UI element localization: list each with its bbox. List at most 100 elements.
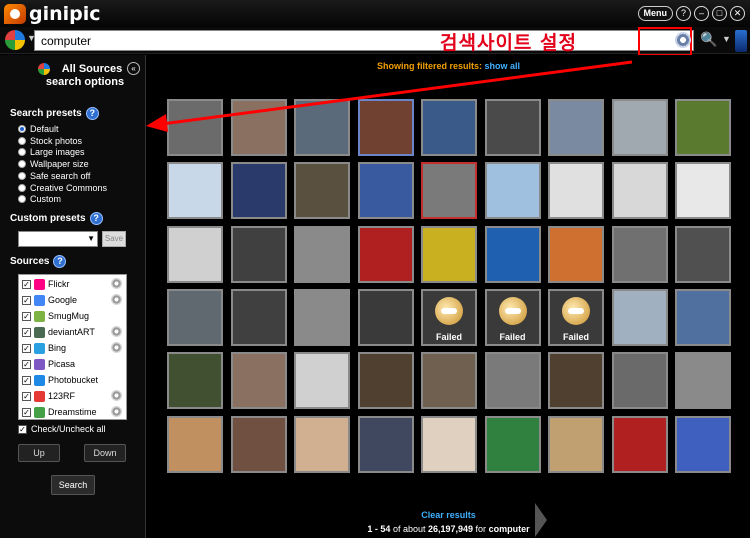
preset-option[interactable]: Stock photos	[18, 136, 82, 146]
image-thumbnail[interactable]	[294, 99, 350, 156]
checkbox[interactable]: ✓	[22, 295, 31, 305]
source-item[interactable]: ✓ Dreamstime	[22, 405, 124, 419]
image-thumbnail[interactable]	[484, 415, 541, 473]
image-thumbnail[interactable]	[548, 225, 604, 283]
image-thumbnail[interactable]	[611, 288, 668, 346]
image-thumbnail[interactable]	[675, 99, 731, 156]
image-thumbnail[interactable]	[675, 415, 731, 473]
checkbox[interactable]: ✓	[22, 407, 31, 417]
preset-option[interactable]: Custom	[18, 194, 61, 204]
image-thumbnail[interactable]	[230, 162, 287, 220]
image-thumbnail[interactable]	[294, 162, 350, 220]
source-item[interactable]: ✓ Flickr	[22, 277, 124, 291]
image-thumbnail[interactable]	[167, 99, 223, 156]
search-button[interactable]: Search	[51, 475, 95, 495]
image-thumbnail[interactable]	[357, 415, 414, 473]
radio-button[interactable]	[18, 160, 26, 169]
checkbox[interactable]: ✓	[22, 279, 31, 289]
image-thumbnail[interactable]	[294, 225, 350, 283]
image-thumbnail[interactable]	[167, 352, 223, 410]
checkbox[interactable]: ✓	[22, 327, 31, 337]
image-thumbnail[interactable]	[230, 225, 287, 283]
search-input[interactable]	[34, 30, 694, 51]
move-down-button[interactable]: Down	[84, 444, 126, 462]
help-button[interactable]: ?	[676, 6, 691, 21]
image-thumbnail[interactable]	[611, 415, 668, 473]
gear-icon[interactable]	[111, 390, 122, 401]
check-all-toggle[interactable]: ✓ Check/Uncheck all	[18, 424, 106, 434]
image-thumbnail[interactable]	[357, 352, 414, 410]
checkbox[interactable]: ✓	[18, 424, 27, 434]
image-thumbnail[interactable]	[230, 415, 287, 473]
help-icon[interactable]: ?	[85, 107, 99, 120]
preset-option[interactable]: Safe search off	[18, 171, 90, 181]
gear-icon[interactable]	[111, 278, 122, 289]
radio-button[interactable]	[18, 195, 26, 204]
image-thumbnail[interactable]	[484, 162, 541, 220]
globe-icon[interactable]	[5, 30, 25, 50]
image-thumbnail[interactable]	[611, 162, 668, 220]
image-thumbnail[interactable]	[675, 225, 731, 283]
gear-icon[interactable]	[111, 342, 122, 353]
collapse-panel-button[interactable]: «	[127, 62, 140, 75]
image-thumbnail[interactable]: Failed	[484, 288, 541, 346]
gear-icon[interactable]	[111, 326, 122, 337]
image-thumbnail[interactable]	[484, 225, 541, 283]
checkbox[interactable]: ✓	[22, 343, 31, 353]
gear-icon[interactable]	[111, 406, 122, 417]
clear-results-link[interactable]: Clear results	[147, 510, 750, 520]
image-thumbnail[interactable]	[357, 99, 414, 156]
image-thumbnail[interactable]	[675, 352, 731, 410]
radio-button[interactable]	[18, 148, 26, 157]
image-thumbnail[interactable]	[611, 352, 668, 410]
search-icon[interactable]: 🔍	[700, 31, 717, 48]
image-thumbnail[interactable]	[167, 415, 223, 473]
radio-button[interactable]	[18, 171, 26, 180]
show-all-link[interactable]: show all	[485, 61, 521, 71]
image-thumbnail[interactable]	[548, 352, 604, 410]
checkbox[interactable]: ✓	[22, 391, 31, 401]
radio-button[interactable]	[18, 125, 26, 133]
preset-option[interactable]: Creative Commons	[18, 183, 107, 193]
help-icon[interactable]: ?	[89, 212, 103, 225]
gear-icon[interactable]	[111, 294, 122, 305]
image-thumbnail[interactable]	[548, 415, 604, 473]
source-item[interactable]: ✓ Google	[22, 293, 124, 307]
image-thumbnail[interactable]	[484, 99, 541, 156]
source-item[interactable]: ✓ 123RF	[22, 389, 124, 403]
image-thumbnail[interactable]	[230, 352, 287, 410]
image-thumbnail[interactable]: Failed	[421, 288, 477, 346]
source-item[interactable]: ✓ Bing	[22, 341, 124, 355]
image-thumbnail[interactable]	[230, 99, 287, 156]
image-thumbnail[interactable]	[675, 162, 731, 220]
image-thumbnail[interactable]	[421, 225, 477, 283]
image-thumbnail[interactable]	[357, 225, 414, 283]
maximize-button[interactable]: □	[712, 6, 727, 21]
custom-preset-select[interactable]: ▼	[18, 231, 98, 247]
image-thumbnail[interactable]	[611, 99, 668, 156]
image-thumbnail[interactable]	[294, 352, 350, 410]
image-thumbnail[interactable]	[357, 288, 414, 346]
image-thumbnail[interactable]	[548, 99, 604, 156]
image-thumbnail[interactable]	[230, 288, 287, 346]
close-button[interactable]: ✕	[730, 6, 745, 21]
image-thumbnail[interactable]	[611, 225, 668, 283]
image-thumbnail[interactable]	[484, 352, 541, 410]
minimize-button[interactable]: –	[694, 6, 709, 21]
source-item[interactable]: ✓ Photobucket	[22, 373, 124, 387]
image-thumbnail[interactable]	[294, 415, 350, 473]
radio-button[interactable]	[18, 183, 26, 192]
image-thumbnail[interactable]	[421, 162, 477, 220]
preset-option[interactable]: Wallpaper size	[18, 159, 89, 169]
radio-button[interactable]	[18, 136, 26, 145]
image-thumbnail[interactable]	[548, 162, 604, 220]
image-thumbnail[interactable]	[357, 162, 414, 220]
checkbox[interactable]: ✓	[22, 359, 31, 369]
gear-icon[interactable]	[675, 32, 691, 48]
image-thumbnail[interactable]	[167, 288, 223, 346]
source-item[interactable]: ✓ deviantART	[22, 325, 124, 339]
scroll-icon[interactable]	[735, 30, 747, 52]
preset-option[interactable]: Large images	[18, 147, 85, 157]
image-thumbnail[interactable]	[421, 99, 477, 156]
move-up-button[interactable]: Up	[18, 444, 60, 462]
